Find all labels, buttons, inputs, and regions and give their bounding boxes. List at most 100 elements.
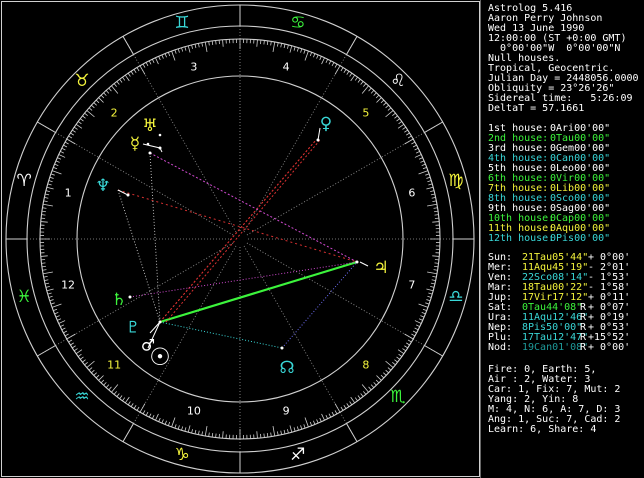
degree-tick: [66, 333, 76, 340]
degree-tick: [198, 430, 200, 435]
degree-tick: [363, 83, 367, 87]
house-number-2: 2: [111, 107, 118, 120]
house-number-9: 9: [283, 404, 290, 417]
degree-tick: [50, 173, 55, 176]
degree-tick: [133, 405, 137, 409]
house-number-5: 5: [362, 107, 369, 120]
degree-tick: [204, 426, 208, 437]
degree-tick: [313, 420, 316, 425]
degree-tick: [174, 49, 177, 54]
degree-tick: [398, 353, 403, 357]
degree-tick: [309, 52, 313, 57]
degree-tick: [98, 375, 104, 381]
degree-tick: [47, 292, 52, 295]
degree-tick: [142, 410, 146, 415]
degree-tick: [95, 374, 100, 379]
aspect-line-trine: [159, 260, 358, 324]
degree-tick: [127, 72, 131, 77]
degree-tick: [61, 147, 66, 151]
degree-tick: [161, 419, 164, 424]
uranus-planet-icon: ♅: [142, 116, 157, 136]
degree-tick: [155, 413, 159, 421]
degree-tick: [40, 221, 48, 223]
degree-tick: [167, 52, 171, 57]
degree-tick: [116, 393, 120, 397]
degree-tick: [270, 41, 272, 46]
degree-tick: [418, 303, 429, 308]
planet-row: Nod: 19Can01'08"R + 0°00': [488, 343, 630, 353]
degree-tick: [376, 375, 382, 381]
degree-tick: [41, 210, 46, 213]
degree-tick: [53, 308, 58, 312]
degree-tick: [289, 425, 293, 433]
degree-tick: [136, 406, 140, 411]
house-label: 12th house:: [488, 233, 555, 244]
degree-tick: [73, 348, 78, 352]
taurus-sign-icon: ♉: [74, 71, 89, 91]
leo-sign-icon: ♌: [390, 71, 405, 91]
degree-tick: [98, 97, 104, 103]
chart-wheel-panel[interactable]: ♈ ♉ ♊ ♋ ♌ ♍ ♎ ♏ ♐ ♑ ♒ ♓ 1 2 3 4 5 6 7 8 9 10 11 12 ☉ ☿ ♀ ♂ ♃ ♄ ♅ ♆ ♇ ☊: [0, 0, 481, 478]
sign-divider: [346, 36, 358, 55]
degree-tick: [95, 99, 100, 104]
degree-tick: [100, 94, 105, 99]
degree-tick: [426, 288, 434, 292]
planet-position-dot: [158, 146, 162, 150]
degree-tick: [73, 126, 78, 130]
degree-tick: [283, 429, 286, 434]
degree-tick: [191, 429, 193, 434]
degree-tick: [194, 429, 197, 434]
degree-tick: [430, 193, 435, 196]
degree-tick: [430, 282, 435, 285]
degree-tick: [296, 426, 299, 431]
venus-planet-icon: ♀: [320, 114, 332, 134]
degree-tick: [124, 74, 130, 82]
summary-line: Learn: 6, Share: 4: [488, 425, 596, 435]
degree-tick: [84, 112, 88, 116]
degree-tick: [385, 104, 389, 109]
degree-tick: [171, 50, 176, 61]
degree-tick: [432, 255, 440, 257]
degree-tick: [407, 339, 412, 343]
degree-tick: [45, 282, 50, 285]
degree-tick: [309, 421, 313, 426]
house-number-12: 12: [61, 279, 75, 292]
degree-tick: [289, 45, 293, 53]
degree-tick: [373, 92, 377, 96]
degree-tick: [58, 154, 66, 158]
degree-tick: [201, 431, 203, 436]
degree-tick: [402, 348, 407, 352]
degree-tick: [406, 342, 410, 346]
degree-tick: [80, 118, 84, 122]
degree-tick: [343, 405, 347, 409]
degree-tick: [350, 396, 356, 404]
degree-tick: [328, 413, 332, 418]
degree-tick: [412, 330, 417, 334]
gemini-sign-icon: ♊: [175, 13, 190, 33]
degree-tick: [40, 255, 48, 257]
sign-divider: [424, 121, 443, 133]
degree-tick: [300, 48, 303, 53]
degree-tick: [164, 53, 167, 58]
node-planet-icon: ☊: [279, 358, 294, 378]
degree-tick: [427, 203, 438, 207]
degree-tick: [325, 414, 329, 419]
degree-tick: [340, 406, 344, 411]
degree-tick: [287, 429, 289, 434]
degree-tick: [93, 102, 97, 106]
degree-tick: [91, 104, 95, 109]
degree-tick: [57, 318, 62, 321]
degree-tick: [174, 424, 177, 429]
degree-tick: [164, 420, 167, 425]
degree-tick: [113, 391, 117, 395]
degree-tick: [82, 359, 86, 363]
degree-tick: [392, 112, 396, 116]
degree-tick: [100, 379, 105, 384]
degree-tick: [139, 403, 146, 413]
degree-tick: [171, 417, 176, 428]
degree-tick: [122, 397, 126, 402]
degree-tick: [77, 353, 82, 357]
planet-position-dot: [158, 133, 162, 137]
capricorn-sign-icon: ♑: [175, 445, 190, 465]
degree-tick: [47, 183, 52, 186]
